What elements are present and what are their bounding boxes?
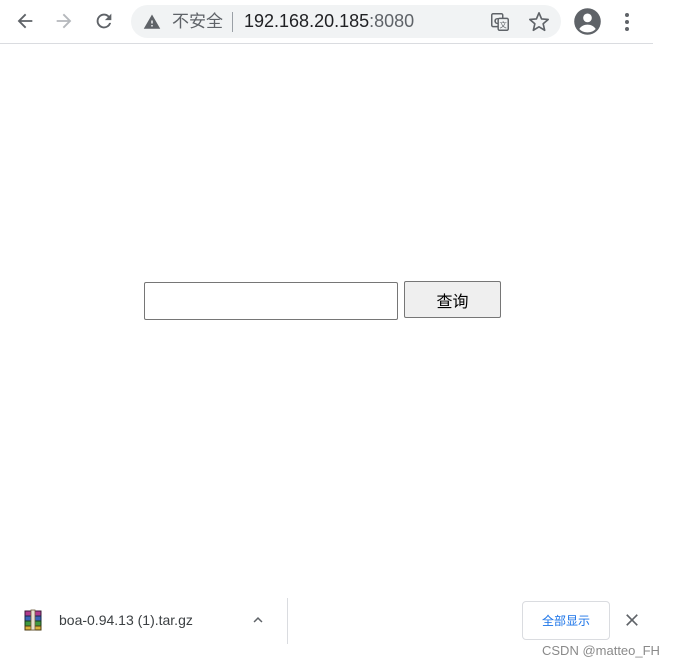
translate-icon[interactable]: G 文	[489, 11, 511, 33]
chevron-up-icon[interactable]	[249, 611, 267, 629]
winrar-archive-icon[interactable]	[22, 609, 44, 631]
url-port: :8080	[369, 11, 415, 31]
url-text[interactable]: 192.168.20.185:8080	[244, 12, 414, 31]
address-bar[interactable]: 不安全 192.168.20.185:8080 G 文	[131, 5, 561, 38]
reload-icon	[96, 13, 112, 29]
security-status-label[interactable]: 不安全	[172, 12, 223, 31]
arrow-back-icon	[17, 13, 33, 29]
arrow-forward-icon	[56, 13, 72, 29]
svg-text:文: 文	[500, 21, 508, 30]
omnibox-divider	[232, 12, 233, 32]
star-icon[interactable]	[528, 11, 550, 33]
download-file-name[interactable]: boa-0.94.13 (1).tar.gz	[59, 612, 193, 628]
url-host: 192.168.20.185	[244, 11, 370, 31]
forward-button[interactable]	[49, 6, 79, 36]
query-input[interactable]	[144, 282, 398, 320]
show-all-button[interactable]: 全部显示	[522, 601, 610, 640]
close-icon[interactable]	[622, 610, 642, 630]
shelf-divider	[287, 598, 288, 644]
more-vert-icon[interactable]	[617, 10, 637, 34]
account-circle-icon[interactable]	[573, 7, 602, 36]
warning-triangle-icon[interactable]	[143, 13, 161, 31]
watermark: CSDN @matteo_FH	[542, 643, 660, 658]
reload-button[interactable]	[89, 6, 119, 36]
query-button[interactable]: 查询	[404, 281, 501, 318]
back-button[interactable]	[10, 6, 40, 36]
browser-toolbar: 不安全 192.168.20.185:8080 G 文	[0, 0, 653, 44]
